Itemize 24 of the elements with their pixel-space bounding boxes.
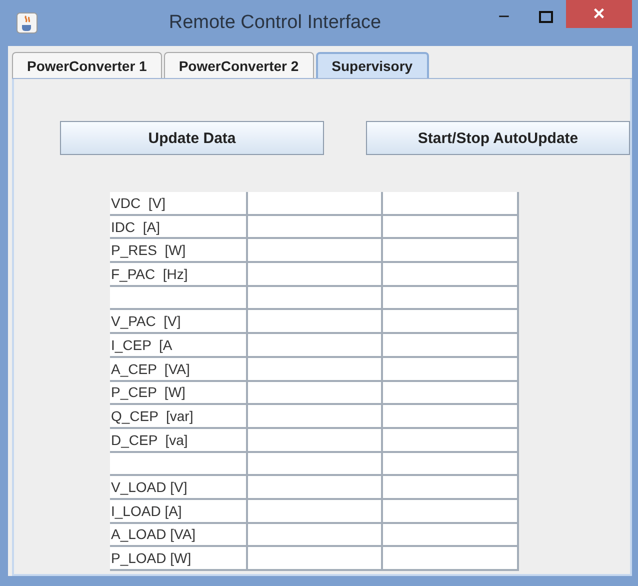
table-cell: P_LOAD [W] (110, 546, 247, 570)
close-button[interactable]: × (566, 0, 632, 28)
tab[interactable]: PowerConverter 1 (12, 52, 162, 78)
tab[interactable]: PowerConverter 2 (164, 52, 314, 78)
table-cell: P_CEP [W] (110, 380, 247, 404)
action-button[interactable]: Update Data (60, 121, 324, 155)
maximize-button[interactable] (539, 11, 553, 23)
table-cell: D_CEP [va] (110, 428, 247, 452)
tab[interactable]: Supervisory (316, 52, 429, 78)
java-cup-icon (16, 12, 38, 34)
table-cell: F_PAC [Hz] (110, 262, 247, 286)
table-cell: V_PAC [V] (110, 309, 247, 334)
table-cell: Q_CEP [var] (110, 404, 247, 428)
table-cell: A_CEP [VA] (110, 356, 247, 380)
table-cell: VDC [V] (110, 192, 247, 215)
table-cell: I_LOAD [A] (110, 498, 247, 523)
table-cell: I_CEP [A (110, 333, 247, 357)
table-cell: IDC [A] (110, 214, 247, 238)
table-cell: V_LOAD [V] (110, 475, 247, 499)
minimize-button[interactable]: − (482, 0, 526, 34)
table-cell: P_RES [W] (110, 238, 247, 262)
action-button[interactable]: Start/Stop AutoUpdate (366, 121, 630, 155)
window-title: Remote Control Interface (168, 12, 382, 34)
table-cell: A_LOAD [VA] (110, 522, 247, 546)
